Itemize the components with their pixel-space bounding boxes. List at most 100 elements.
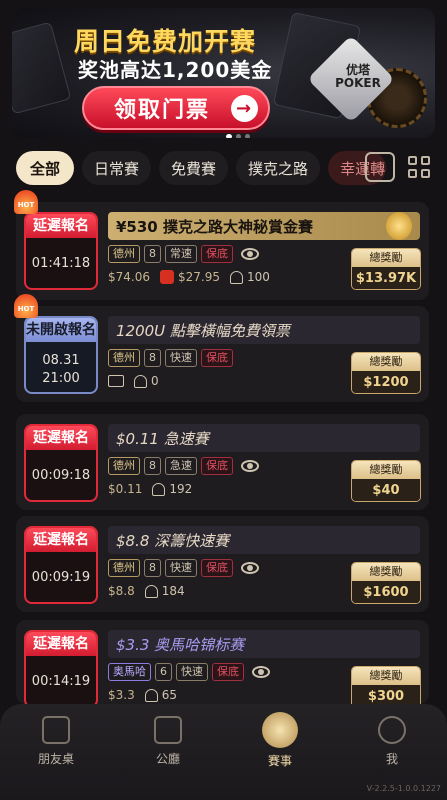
status-label: 延遲報名	[26, 426, 96, 450]
ticket-icon	[108, 375, 124, 387]
tab-daily[interactable]: 日常賽	[82, 151, 152, 185]
player-count: 184	[161, 584, 185, 598]
tag-guarantee: 保底	[201, 349, 233, 367]
carousel-dots[interactable]	[226, 134, 250, 138]
eye-icon[interactable]	[241, 562, 259, 574]
prize-box: 總獎勵 $1200	[351, 352, 421, 394]
player-count: 0	[151, 374, 159, 388]
trophy-icon	[262, 712, 298, 748]
tag-row: 德州 8 快速 保底	[108, 559, 259, 577]
prize-label: 總獎勵	[352, 563, 420, 581]
player-count: 65	[161, 688, 177, 702]
eye-icon[interactable]	[241, 460, 259, 472]
countdown: 00:09:19	[31, 570, 91, 585]
buy-in: $3.3	[108, 688, 135, 702]
prize-value: $13.97K	[352, 267, 420, 289]
start-date: 08.31	[42, 353, 80, 368]
banner-subtitle: 奖池高达1,200美金	[78, 58, 273, 82]
nav-lobby[interactable]: 公廳	[118, 716, 218, 767]
tab-free[interactable]: 免費賽	[159, 151, 229, 185]
player-count: 100	[247, 270, 270, 284]
buy-in: $8.8	[108, 584, 135, 598]
carousel-dot[interactable]	[236, 134, 241, 138]
tournament-card[interactable]: 未開啟報名 08.31 21:00 HOT 1200U 點擊橫幅免費領票 德州 …	[14, 294, 429, 402]
prize-box: 總獎勵 $13.97K	[351, 248, 421, 290]
tournament-card[interactable]: 延遲報名 00:14:19 $3.3 奥馬哈锦标赛 奥馬哈 6 快速 保底 $3…	[16, 620, 429, 704]
claim-ticket-button[interactable]: 领取门票 →	[82, 86, 270, 130]
buy-in: $0.11	[108, 482, 143, 496]
nav-tournaments[interactable]: 賽事	[230, 712, 330, 769]
tag-game: 德州	[108, 559, 140, 577]
person-icon	[230, 270, 243, 284]
nav-label: 朋友桌	[37, 752, 74, 766]
tag-speed: 快速	[176, 663, 208, 681]
tournament-card[interactable]: 延遲報名 00:09:18 $0.11 急速賽 德州 8 急速 保底 $0.11…	[16, 414, 429, 510]
status-box: 延遲報名 00:09:18	[24, 424, 98, 502]
tag-game: 德州	[108, 457, 140, 475]
tag-game: 德州	[108, 245, 140, 263]
countdown: 00:14:19	[31, 674, 91, 689]
carousel-dot[interactable]	[245, 134, 250, 138]
filter-icon[interactable]	[365, 152, 395, 182]
user-icon	[378, 716, 406, 744]
meta-row: $0.11 192	[108, 482, 192, 496]
nav-me[interactable]: 我	[342, 716, 442, 767]
person-icon	[144, 584, 158, 598]
hot-badge-icon: HOT	[14, 190, 38, 214]
prize-value: $1200	[352, 371, 420, 393]
tag-guarantee: 保底	[201, 245, 233, 263]
prize-label: 總獎勵	[352, 353, 420, 371]
tournament-card[interactable]: 延遲報名 01:41:18 HOT ¥530 撲克之路大神秘賞金賽 德州 8 常…	[14, 190, 429, 300]
status-label: 延遲報名	[26, 632, 96, 656]
status-box: 未開啟報名 08.31 21:00	[24, 316, 98, 394]
version-text: V-2.2.5-1.0.0.1227	[366, 784, 441, 793]
tournament-title-text: ¥530 撲克之路大神秘賞金賽	[116, 217, 313, 236]
carousel-dot[interactable]	[226, 134, 232, 138]
prize-box: 總獎勵 $1600	[351, 562, 421, 604]
tournament-title: 1200U 點擊橫幅免費領票	[108, 316, 420, 344]
prize-label: 總獎勵	[352, 461, 420, 479]
tag-speed: 快速	[165, 349, 197, 367]
tag-row: 德州 8 常速 保底	[108, 245, 259, 263]
prize-box: 總獎勵 $40	[351, 460, 421, 502]
coin-icon	[386, 212, 412, 240]
grid-view-icon[interactable]	[404, 152, 434, 182]
nav-friends-table[interactable]: 朋友桌	[6, 716, 106, 767]
tag-guarantee: 保底	[201, 559, 233, 577]
tournament-title: $8.8 深籌快速賽	[108, 526, 420, 554]
start-time: 21:00	[42, 371, 80, 386]
nav-label: 公廳	[155, 752, 180, 766]
tournament-card[interactable]: 延遲報名 00:09:19 $8.8 深籌快速賽 德州 8 快速 保底 $8.8…	[16, 516, 429, 612]
tag-speed: 快速	[165, 559, 197, 577]
nav-label: 我	[385, 752, 398, 766]
status-label: 延遲報名	[26, 528, 96, 552]
countdown: 00:09:18	[31, 468, 91, 483]
eye-icon[interactable]	[241, 248, 259, 260]
tag-row: 德州 8 快速 保底	[108, 349, 237, 367]
tab-poker-road[interactable]: 撲克之路	[236, 151, 321, 185]
status-box: 延遲報名 00:09:19	[24, 526, 98, 604]
status-label: 未開啟報名	[26, 318, 96, 342]
eye-icon[interactable]	[252, 666, 270, 678]
countdown: 01:41:18	[31, 256, 91, 271]
prize-value: $40	[352, 479, 420, 501]
person-icon	[144, 688, 158, 702]
person-icon	[152, 482, 166, 496]
tag-speed: 急速	[165, 457, 197, 475]
tag-row: 奥馬哈 6 快速 保底	[108, 663, 270, 681]
promo-banner[interactable]: 周日免费加开赛 奖池高达1,200美金 领取门票 → 优塔 POKER	[12, 8, 435, 138]
tag-guarantee: 保底	[201, 457, 233, 475]
meta-row: $74.06 $27.95 100	[108, 270, 270, 284]
tournament-title: $0.11 急速賽	[108, 424, 420, 452]
logo-text: 优塔 POKER	[335, 63, 381, 90]
tag-seats: 6	[155, 663, 172, 681]
tag-speed: 常速	[165, 245, 197, 263]
prize-label: 總獎勵	[352, 249, 420, 267]
bounty-icon	[160, 270, 174, 284]
tournament-title: ¥530 撲克之路大神秘賞金賽	[108, 212, 420, 240]
prize-value: $300	[352, 685, 420, 704]
tag-seats: 8	[144, 457, 161, 475]
flag-icon	[42, 716, 70, 744]
hot-badge-icon: HOT	[14, 294, 38, 318]
tab-all[interactable]: 全部	[16, 151, 75, 185]
